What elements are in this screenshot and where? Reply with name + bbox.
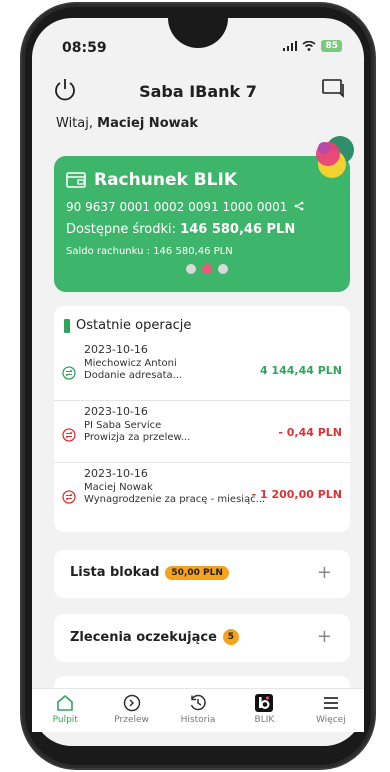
welcome-prefix: Witaj, bbox=[56, 116, 93, 131]
welcome-text: Witaj, Maciej Nowak bbox=[56, 116, 198, 131]
recent-operations-card: Ostatnie operacje 2023-10-16 Miechowicz … bbox=[54, 306, 350, 532]
available-label: Dostępne środki: bbox=[66, 222, 177, 237]
transfer-icon bbox=[123, 694, 140, 712]
operation-amount: 4 144,44 PLN bbox=[259, 364, 342, 377]
blik-account-card[interactable]: Rachunek BLIK 90 9637 0001 0002 0091 100… bbox=[54, 136, 354, 292]
tab-historia[interactable]: Historia bbox=[165, 689, 231, 732]
available-funds: Dostępne środki: 146 580,46 PLN bbox=[66, 222, 295, 237]
operation-row[interactable]: 2023-10-16 Maciej Nowak Wynagrodzenie za… bbox=[62, 468, 346, 524]
operation-name: Maciej Nowak bbox=[84, 482, 153, 493]
card-pager[interactable] bbox=[186, 264, 228, 274]
operation-name: Miechowicz Antoni bbox=[84, 358, 177, 369]
blocks-label: Lista blokad 50,00 PLN bbox=[70, 565, 229, 580]
incoming-transfer-icon bbox=[62, 366, 76, 380]
operation-amount: - 0,44 PLN bbox=[278, 426, 342, 439]
expand-icon[interactable]: + bbox=[317, 562, 332, 583]
operation-row[interactable]: 2023-10-16 Miechowicz Antoni Dodanie adr… bbox=[62, 344, 346, 400]
tab-label: Pulpit bbox=[52, 715, 78, 725]
app-title: Saba IBank 7 bbox=[139, 82, 257, 101]
home-icon bbox=[57, 694, 74, 711]
decorative-circles bbox=[316, 136, 354, 178]
blocks-list-row[interactable]: Lista blokad 50,00 PLN + bbox=[54, 550, 350, 598]
tab-label: Więcej bbox=[315, 715, 346, 725]
operation-details: 2023-10-16 Miechowicz Antoni Dodanie adr… bbox=[84, 344, 182, 382]
operation-details: 2023-10-16 PI Saba Service Prowizja za p… bbox=[84, 406, 190, 444]
bottom-tab-bar: Pulpit Przelew Historia BLIK Więcej bbox=[32, 688, 364, 732]
account-number: 90 9637 0001 0002 0091 1000 0001 bbox=[66, 200, 304, 214]
messages-icon[interactable] bbox=[322, 78, 346, 100]
account-number-text: 90 9637 0001 0002 0091 1000 0001 bbox=[66, 200, 288, 214]
card-header: Rachunek BLIK bbox=[66, 170, 237, 190]
operations-title: Ostatnie operacje bbox=[76, 318, 192, 333]
pending-label: Zlecenia oczekujące 5 bbox=[70, 629, 239, 645]
user-name: Maciej Nowak bbox=[97, 116, 199, 131]
card-title: Rachunek BLIK bbox=[94, 170, 237, 190]
tab-label: Historia bbox=[180, 715, 216, 725]
pending-label-text: Zlecenia oczekujące bbox=[70, 629, 217, 645]
operation-desc: Wynagrodzenie za pracę - miesiąc... bbox=[84, 494, 266, 505]
operation-date: 2023-10-16 bbox=[84, 467, 148, 480]
history-icon bbox=[190, 694, 206, 711]
operation-name: PI Saba Service bbox=[84, 420, 162, 431]
balance-text: Saldo rachunku : 146 580,46 PLN bbox=[66, 246, 233, 257]
wifi-icon bbox=[302, 41, 316, 51]
expand-icon[interactable]: + bbox=[317, 626, 332, 647]
operation-amount: - 1 200,00 PLN bbox=[251, 488, 342, 501]
notch bbox=[168, 18, 228, 48]
blik-icon bbox=[255, 694, 274, 712]
operation-desc: Dodanie adresata... bbox=[84, 370, 183, 381]
wallet-icon bbox=[66, 172, 86, 188]
blocks-badge: 50,00 PLN bbox=[165, 565, 229, 580]
available-value: 146 580,46 PLN bbox=[180, 222, 296, 237]
operation-details: 2023-10-16 Maciej Nowak Wynagrodzenie za… bbox=[84, 468, 265, 506]
operation-row[interactable]: 2023-10-16 PI Saba Service Prowizja za p… bbox=[62, 406, 346, 462]
outgoing-transfer-icon bbox=[62, 490, 76, 504]
operation-date: 2023-10-16 bbox=[84, 405, 148, 418]
tab-wiecej[interactable]: Więcej bbox=[298, 689, 364, 732]
tab-blik[interactable]: BLIK bbox=[231, 689, 297, 732]
status-bar: 08:59 85 bbox=[32, 18, 364, 70]
section-marker bbox=[64, 318, 70, 333]
battery-icon: 85 bbox=[321, 40, 342, 52]
pager-dot-3[interactable] bbox=[218, 264, 228, 274]
menu-icon bbox=[323, 697, 338, 709]
operation-date: 2023-10-16 bbox=[84, 343, 148, 356]
tab-przelew[interactable]: Przelew bbox=[98, 689, 164, 732]
outgoing-transfer-icon bbox=[62, 428, 76, 442]
tab-label: BLIK bbox=[254, 715, 275, 725]
tab-pulpit[interactable]: Pulpit bbox=[32, 689, 98, 732]
tab-label: Przelew bbox=[114, 715, 149, 725]
operations-header: Ostatnie operacje bbox=[64, 318, 191, 333]
share-icon[interactable] bbox=[294, 201, 304, 211]
blocks-label-text: Lista blokad bbox=[70, 565, 160, 580]
divider bbox=[54, 462, 350, 463]
signal-icon bbox=[283, 41, 298, 51]
app-header: Saba IBank 7 bbox=[32, 70, 364, 114]
pending-orders-row[interactable]: Zlecenia oczekujące 5 + bbox=[54, 614, 350, 662]
divider bbox=[54, 400, 350, 401]
pending-badge: 5 bbox=[222, 629, 239, 645]
status-time: 08:59 bbox=[62, 40, 107, 56]
pager-dot-2[interactable] bbox=[202, 264, 212, 274]
status-icons: 85 bbox=[283, 40, 342, 52]
operation-desc: Prowizja za przelew... bbox=[84, 432, 191, 443]
pager-dot-1[interactable] bbox=[186, 264, 196, 274]
